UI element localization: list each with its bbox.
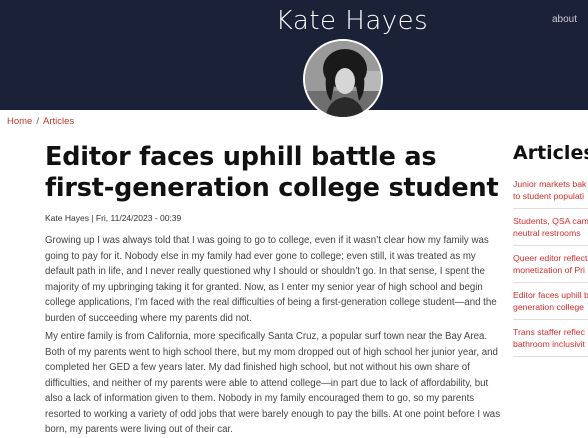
breadcrumb-articles-link[interactable]: Articles: [43, 116, 74, 127]
sidebar-article-link-line: to student populati: [513, 191, 585, 201]
sidebar-article-link[interactable]: Editor faces uphill b generation college: [513, 287, 588, 320]
sidebar-article-link-line: Junior markets bak: [513, 179, 587, 189]
site-title[interactable]: Kate Hayes: [0, 6, 588, 36]
sidebar: Articles Junior markets bak to student po…: [513, 142, 588, 357]
article-byline: Kate Hayes | Fri, 11/24/2023 - 00:39: [45, 213, 182, 223]
breadcrumb-home-link[interactable]: Home: [7, 116, 32, 127]
sidebar-article-link-line: Trans staffer reflec: [513, 327, 585, 337]
sidebar-article-link[interactable]: Queer editor reflect monetization of Pri: [513, 250, 588, 283]
sidebar-article-link-line: Editor faces uphill b: [513, 290, 588, 300]
site-header: Kate Hayes about: [0, 0, 588, 110]
sidebar-article-link[interactable]: Trans staffer reflec bathroom inclusivit: [513, 324, 588, 357]
breadcrumb: Home / Articles: [7, 116, 74, 127]
about-link[interactable]: about: [552, 14, 577, 25]
sidebar-article-link-line: Students, QSA cam: [513, 216, 588, 226]
article-paragraph: Growing up I was always told that I was …: [45, 235, 497, 324]
sidebar-article-link[interactable]: Students, QSA cam neutral restrooms: [513, 213, 588, 246]
avatar: [303, 39, 383, 119]
breadcrumb-separator: /: [36, 116, 39, 127]
sidebar-article-link[interactable]: Junior markets bak to student populati: [513, 176, 588, 209]
sidebar-article-link-line: generation college: [513, 302, 585, 312]
article-title: Editor faces uphill battle as first-gene…: [45, 142, 499, 203]
sidebar-article-link-line: monetization of Pri: [513, 265, 585, 275]
sidebar-article-list: Junior markets bak to student populati St…: [513, 176, 588, 361]
article-paragraph: My entire family is from California, mor…: [45, 331, 501, 435]
sidebar-article-link-line: Queer editor reflect: [513, 253, 588, 263]
sidebar-heading: Articles: [513, 142, 588, 164]
sidebar-article-link-line: bathroom inclusivit: [513, 339, 585, 349]
sidebar-article-link-line: neutral restrooms: [513, 228, 581, 238]
